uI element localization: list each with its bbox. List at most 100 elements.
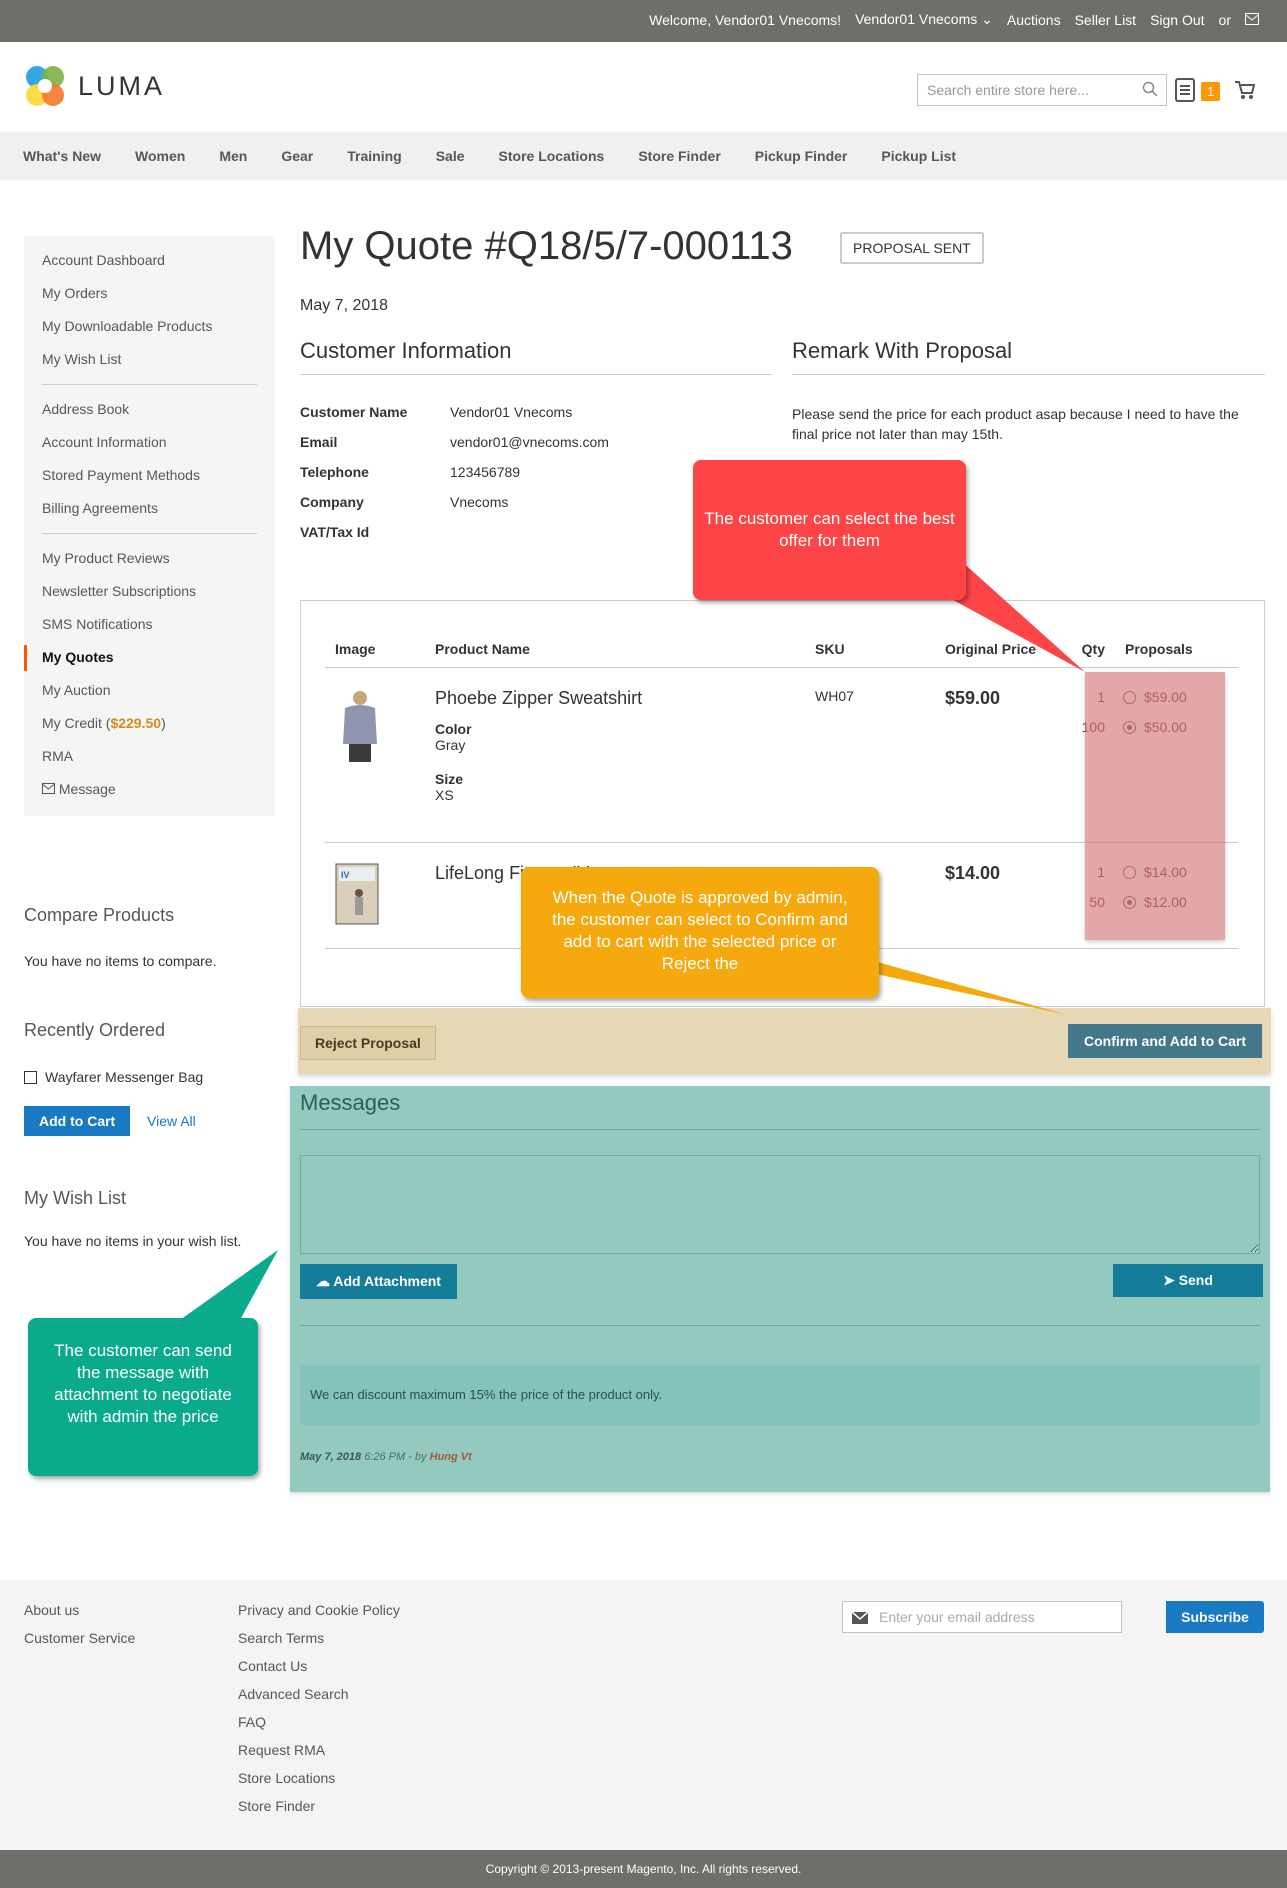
chevron-down-icon: ⌄ xyxy=(981,11,993,27)
col-image: Image xyxy=(325,631,425,668)
envelope-icon[interactable] xyxy=(1245,12,1259,28)
credit-close: ) xyxy=(161,715,166,731)
col-proposals: Proposals xyxy=(1115,631,1238,668)
red-callout: The customer can select the best offer f… xyxy=(693,460,966,600)
newsletter-email-input[interactable]: Enter your email address xyxy=(842,1601,1122,1633)
search-icon[interactable] xyxy=(1142,81,1158,100)
nav-pickup-finder[interactable]: Pickup Finder xyxy=(755,148,848,164)
copyright: Copyright © 2013-present Magento, Inc. A… xyxy=(0,1850,1287,1888)
footer-link-store-locations[interactable]: Store Locations xyxy=(238,1770,400,1798)
newsletter-placeholder: Enter your email address xyxy=(879,1609,1035,1625)
sidebar-item-my-credit[interactable]: My Credit ($229.50) xyxy=(24,707,275,740)
col-qty: Qty xyxy=(1065,631,1115,668)
add-attachment-button[interactable]: ☁ Add Attachment xyxy=(300,1264,457,1299)
footer-link-customer-service[interactable]: Customer Service xyxy=(24,1630,135,1658)
sidebar-item-account-dashboard[interactable]: Account Dashboard xyxy=(24,244,275,277)
recent-item-name[interactable]: Wayfarer Messenger Bag xyxy=(45,1069,203,1085)
nav-sale[interactable]: Sale xyxy=(436,148,465,164)
quote-actions: Reject Proposal Confirm and Add to Cart xyxy=(298,1008,1271,1074)
message-author: Hung Vt xyxy=(429,1451,472,1463)
footer-link-privacy[interactable]: Privacy and Cookie Policy xyxy=(238,1602,400,1630)
original-price: $59.00 xyxy=(935,667,1065,843)
cloud-upload-icon: ☁ xyxy=(316,1273,330,1289)
credit-amount: $229.50 xyxy=(110,715,162,731)
link-sign-out[interactable]: Sign Out xyxy=(1150,12,1204,28)
logo-text: LUMA xyxy=(78,70,166,101)
messages-title: Messages xyxy=(300,1090,401,1115)
sidebar-item-account-information[interactable]: Account Information xyxy=(24,426,275,459)
sidebar-item-my-orders[interactable]: My Orders xyxy=(24,277,275,310)
option-label: Size xyxy=(435,771,464,787)
info-label: Telephone xyxy=(300,464,369,480)
footer-link-store-finder[interactable]: Store Finder xyxy=(238,1798,400,1826)
recent-item: Wayfarer Messenger Bag xyxy=(24,1069,203,1085)
search-input[interactable]: Search entire store here... xyxy=(917,74,1167,106)
message-date: May 7, 2018 xyxy=(300,1451,362,1463)
footer-link-contact[interactable]: Contact Us xyxy=(238,1658,400,1686)
sidebar-item-product-reviews[interactable]: My Product Reviews xyxy=(24,542,275,575)
reject-proposal-button[interactable]: Reject Proposal xyxy=(300,1026,436,1060)
sidebar-item-sms[interactable]: SMS Notifications xyxy=(24,608,275,641)
green-callout-pointer xyxy=(180,1250,278,1320)
footer-link-about[interactable]: About us xyxy=(24,1602,135,1630)
send-button[interactable]: ➤ Send xyxy=(1113,1264,1263,1297)
nav-whats-new[interactable]: What's New xyxy=(23,148,101,164)
logo[interactable]: LUMA xyxy=(24,64,165,108)
envelope-icon xyxy=(851,1611,869,1627)
remark-text: Please send the price for each product a… xyxy=(792,406,1239,442)
product-sku: WH07 xyxy=(805,667,935,843)
message-textarea[interactable] xyxy=(300,1155,1260,1254)
sidebar-item-my-quotes[interactable]: My Quotes xyxy=(24,641,275,674)
nav-training[interactable]: Training xyxy=(347,148,401,164)
confirm-add-to-cart-button[interactable]: Confirm and Add to Cart xyxy=(1068,1024,1263,1058)
view-all-link[interactable]: View All xyxy=(147,1113,196,1129)
sidebar-item-message[interactable]: Message xyxy=(24,773,275,806)
sidebar-item-address-book[interactable]: Address Book xyxy=(24,393,275,426)
sidebar-divider xyxy=(42,384,257,385)
footer-link-advanced-search[interactable]: Advanced Search xyxy=(238,1686,400,1714)
sidebar-item-stored-payment-methods[interactable]: Stored Payment Methods xyxy=(24,459,275,492)
option-label: Color xyxy=(435,721,472,737)
recent-item-checkbox[interactable] xyxy=(24,1070,37,1084)
search-placeholder: Search entire store here... xyxy=(927,82,1089,98)
add-to-cart-button[interactable]: Add to Cart xyxy=(24,1106,131,1136)
info-value: Vnecoms xyxy=(450,494,509,510)
nav-women[interactable]: Women xyxy=(135,148,185,164)
product-image[interactable] xyxy=(325,667,425,843)
or-text: or xyxy=(1218,11,1231,28)
product-image[interactable]: IV xyxy=(325,842,425,949)
subscribe-button[interactable]: Subscribe xyxy=(1166,1601,1264,1633)
credit-label: My Credit ( xyxy=(42,715,111,731)
sidebar-item-wish-list[interactable]: My Wish List xyxy=(24,343,275,376)
info-row: Customer Name Vendor01 Vnecoms xyxy=(300,404,609,434)
nav-men[interactable]: Men xyxy=(219,148,247,164)
sidebar-item-billing-agreements[interactable]: Billing Agreements xyxy=(24,492,275,525)
sidebar-item-newsletter[interactable]: Newsletter Subscriptions xyxy=(24,575,275,608)
original-price: $14.00 xyxy=(935,842,1065,949)
nav-gear[interactable]: Gear xyxy=(281,148,313,164)
link-auctions[interactable]: Auctions xyxy=(1007,12,1061,28)
send-label: Send xyxy=(1178,1272,1213,1288)
sidebar-divider xyxy=(42,533,257,534)
svg-text:IV: IV xyxy=(341,870,350,880)
footer-link-search-terms[interactable]: Search Terms xyxy=(238,1630,400,1658)
nav-store-finder[interactable]: Store Finder xyxy=(638,148,720,164)
nav-pickup-list[interactable]: Pickup List xyxy=(881,148,956,164)
nav-store-locations[interactable]: Store Locations xyxy=(499,148,605,164)
footer: About us Customer Service Privacy and Co… xyxy=(0,1580,1287,1850)
compare-list-icon[interactable] xyxy=(1175,78,1195,105)
info-value: 123456789 xyxy=(450,464,521,480)
footer-link-faq[interactable]: FAQ xyxy=(238,1714,400,1742)
link-seller-list[interactable]: Seller List xyxy=(1075,12,1136,28)
account-dropdown[interactable]: Vendor01 Vnecoms ⌄ xyxy=(855,11,993,28)
footer-link-request-rma[interactable]: Request RMA xyxy=(238,1742,400,1770)
product-name[interactable]: Phoebe Zipper Sweatshirt xyxy=(435,688,795,709)
sidebar-item-rma[interactable]: RMA xyxy=(24,740,275,773)
sidebar-item-downloadable-products[interactable]: My Downloadable Products xyxy=(24,310,275,343)
messages-panel: Messages ☁ Add Attachment ➤ Send We can … xyxy=(290,1086,1270,1492)
sidebar-item-my-auction[interactable]: My Auction xyxy=(24,674,275,707)
cart-icon[interactable] xyxy=(1234,79,1256,104)
compare-text: You have no items to compare. xyxy=(24,953,217,969)
info-value: Vendor01 Vnecoms xyxy=(450,404,573,420)
divider xyxy=(300,1325,1260,1326)
